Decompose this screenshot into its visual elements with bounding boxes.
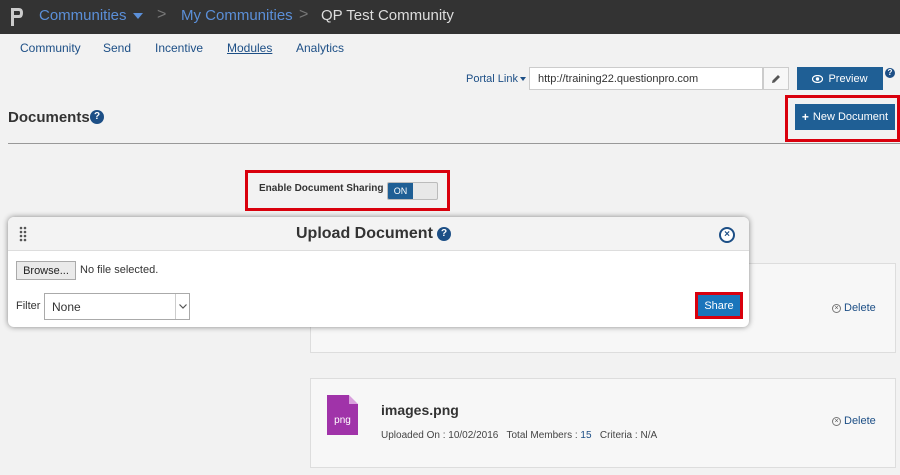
divider [8, 143, 900, 144]
questionpro-logo-icon [11, 8, 23, 26]
breadcrumb-communities[interactable]: Communities [39, 7, 127, 25]
nav-send[interactable]: Send [103, 41, 131, 55]
top-bar: Communities > My Communities > QP Test C… [0, 0, 900, 34]
file-extension: png [334, 415, 351, 426]
document-card: png images.png Uploaded On : 10/02/2016 … [310, 378, 896, 468]
close-circle-icon: × [832, 303, 841, 313]
document-name: images.png [381, 402, 459, 418]
nav-modules[interactable]: Modules [227, 41, 272, 55]
png-file-icon: png [327, 395, 358, 435]
edit-url-button[interactable] [763, 67, 789, 90]
portal-link-dropdown[interactable]: Portal Link [466, 73, 526, 85]
modal-header: Upload Document ? × [8, 217, 749, 251]
delete-link[interactable]: × Delete [832, 302, 876, 314]
help-icon[interactable]: ? [90, 110, 104, 124]
help-icon[interactable]: ? [885, 68, 895, 78]
delete-label: Delete [844, 302, 876, 314]
new-document-label: New Document [812, 111, 889, 123]
filter-select[interactable]: None [44, 293, 190, 320]
criteria-value: N/A [640, 430, 658, 441]
page-title: Documents [8, 109, 90, 126]
sub-nav: Community Send Incentive Modules Analyti… [0, 34, 900, 62]
sharing-toggle[interactable]: ON [387, 182, 438, 200]
breadcrumb-separator: > [157, 6, 167, 23]
new-document-button[interactable]: + New Document [795, 104, 895, 130]
toggle-state: ON [388, 183, 413, 199]
drag-handle-icon[interactable] [19, 226, 27, 242]
document-meta: Uploaded On : 10/02/2016 Total Members :… [381, 430, 657, 441]
filter-selected-value: None [52, 300, 81, 314]
plus-icon: + [801, 110, 809, 124]
uploaded-on-value: 10/02/2016 [448, 430, 499, 441]
modal-title: Upload Document [296, 225, 433, 242]
preview-label: Preview [828, 72, 868, 85]
eye-icon [812, 74, 824, 83]
help-icon[interactable]: ? [437, 227, 451, 241]
preview-button[interactable]: Preview [797, 67, 883, 90]
caret-down-icon [519, 77, 526, 82]
delete-label: Delete [844, 415, 876, 427]
nav-incentive[interactable]: Incentive [155, 41, 203, 55]
browse-button[interactable]: Browse... [16, 261, 76, 280]
close-circle-icon: × [832, 416, 841, 426]
filter-label: Filter [16, 300, 41, 312]
breadcrumb-current: QP Test Community [321, 7, 454, 24]
breadcrumb-my-communities[interactable]: My Communities [181, 7, 293, 25]
uploaded-on-label: Uploaded On : [381, 430, 446, 441]
portal-url-input[interactable] [529, 67, 763, 90]
total-members-count[interactable]: 15 [580, 430, 591, 441]
chevron-down-icon [175, 294, 189, 319]
nav-community[interactable]: Community [20, 41, 81, 55]
breadcrumb-separator: > [299, 6, 309, 23]
total-members-label: Total Members : [506, 430, 578, 441]
close-icon[interactable]: × [719, 227, 735, 243]
delete-link[interactable]: × Delete [832, 415, 876, 427]
file-status-text: No file selected. [80, 264, 159, 276]
upload-document-modal: Upload Document ? × Browse... No file se… [8, 217, 749, 327]
enable-sharing-label: Enable Document Sharing [259, 183, 384, 194]
portal-link-label: Portal Link [466, 73, 518, 85]
pencil-icon [772, 74, 780, 83]
chevron-down-icon[interactable] [133, 13, 143, 19]
criteria-label: Criteria : [599, 430, 638, 441]
share-button[interactable]: Share [698, 295, 740, 316]
nav-analytics[interactable]: Analytics [296, 41, 344, 55]
file-fold [349, 395, 358, 404]
